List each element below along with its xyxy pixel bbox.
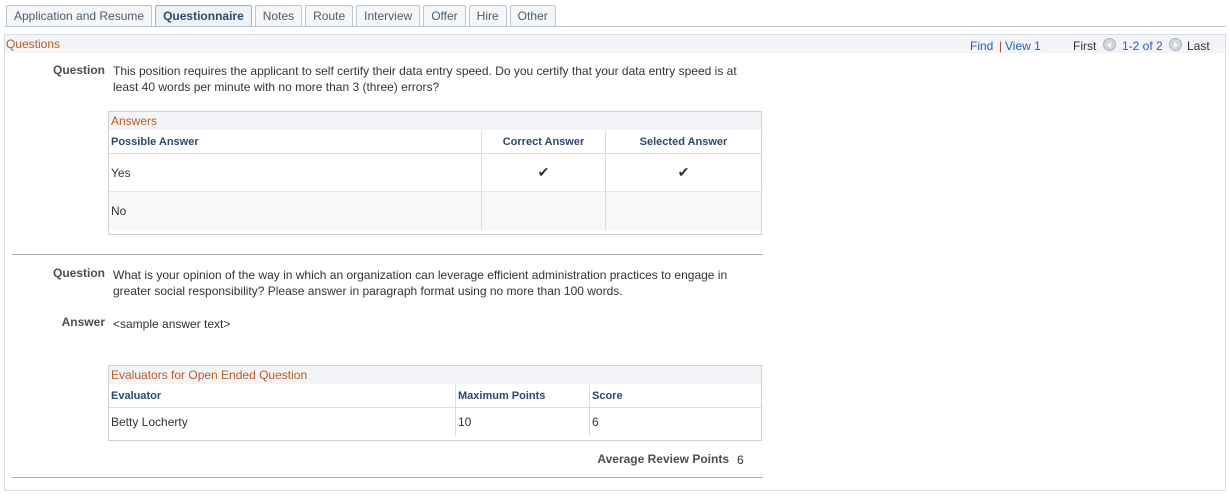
evaluators-grid-title: Evaluators for Open Ended Question — [109, 366, 761, 384]
average-review-points-label: Average Review Points — [597, 452, 729, 466]
selected-answer-cell: ✔ — [605, 153, 761, 192]
column-header-evaluator: Evaluator — [109, 385, 456, 408]
questions-grid-title: Questions — [6, 37, 61, 51]
first-label: First — [1073, 39, 1097, 53]
score-cell: 6 — [589, 407, 761, 436]
checkmark-icon: ✔ — [677, 164, 690, 180]
correct-answer-cell — [481, 191, 606, 230]
nav-separator: | — [999, 39, 1003, 53]
possible-answer-cell: No — [109, 191, 482, 230]
column-header-score: Score — [589, 385, 761, 408]
evaluator-cell: Betty Locherty — [109, 407, 456, 436]
tab-interview[interactable]: Interview — [356, 5, 421, 26]
tab-questionnaire[interactable]: Questionnaire — [155, 5, 252, 26]
next-arrow-icon[interactable] — [1169, 38, 1182, 51]
tab-notes[interactable]: Notes — [254, 5, 303, 26]
tab-bar: Application and Resume Questionnaire Not… — [6, 5, 559, 27]
maximum-points-cell: 10 — [455, 407, 590, 436]
evaluators-grid: Evaluators for Open Ended Question Evalu… — [108, 365, 762, 441]
tab-route[interactable]: Route — [305, 5, 354, 26]
questions-grid-header: Questions Find | View 1 First 1-2 of 2 L… — [5, 35, 1225, 53]
column-header-correct-answer: Correct Answer — [481, 131, 606, 154]
row-range: 1-2 of 2 — [1122, 39, 1163, 53]
tab-hire[interactable]: Hire — [468, 5, 507, 26]
answers-table: Possible Answer Correct Answer Selected … — [109, 131, 761, 230]
column-header-selected-answer: Selected Answer — [605, 131, 761, 154]
last-label: Last — [1187, 39, 1210, 53]
evaluators-header-row: Evaluator Maximum Points Score — [109, 385, 761, 408]
question-divider — [12, 254, 763, 255]
possible-answer-cell: Yes — [109, 153, 482, 192]
find-link[interactable]: Find — [970, 39, 993, 53]
view-all-link[interactable]: View 1 — [1005, 39, 1041, 53]
question-text: This position requires the applicant to … — [113, 64, 737, 94]
previous-arrow-icon[interactable] — [1103, 38, 1116, 51]
answer-text: <sample answer text> — [113, 317, 231, 331]
evaluators-table: Evaluator Maximum Points Score Betty Loc… — [109, 385, 761, 436]
tab-offer[interactable]: Offer — [423, 5, 466, 26]
answers-header-row: Possible Answer Correct Answer Selected … — [109, 131, 761, 154]
tab-underline — [4, 26, 1226, 27]
average-review-points-value: 6 — [737, 453, 744, 467]
checkmark-icon: ✔ — [537, 164, 550, 180]
question-label: Question — [52, 63, 105, 77]
answers-grid-title: Answers — [109, 112, 761, 130]
answers-grid: Answers Possible Answer Correct Answer S… — [108, 111, 762, 235]
table-row: Betty Locherty 10 6 — [109, 407, 761, 436]
selected-answer-cell — [605, 191, 761, 230]
correct-answer-cell: ✔ — [481, 153, 606, 192]
tab-application-and-resume[interactable]: Application and Resume — [6, 5, 153, 26]
column-header-possible-answer: Possible Answer — [109, 131, 482, 154]
column-header-maximum-points: Maximum Points — [455, 385, 590, 408]
question-text: What is your opinion of the way in which… — [113, 268, 728, 298]
question-label: Question — [52, 266, 105, 280]
question-divider — [12, 477, 763, 478]
tab-other[interactable]: Other — [509, 5, 556, 26]
table-row: No — [109, 191, 761, 230]
answer-label: Answer — [61, 315, 105, 329]
table-row: Yes ✔ ✔ — [109, 153, 761, 192]
